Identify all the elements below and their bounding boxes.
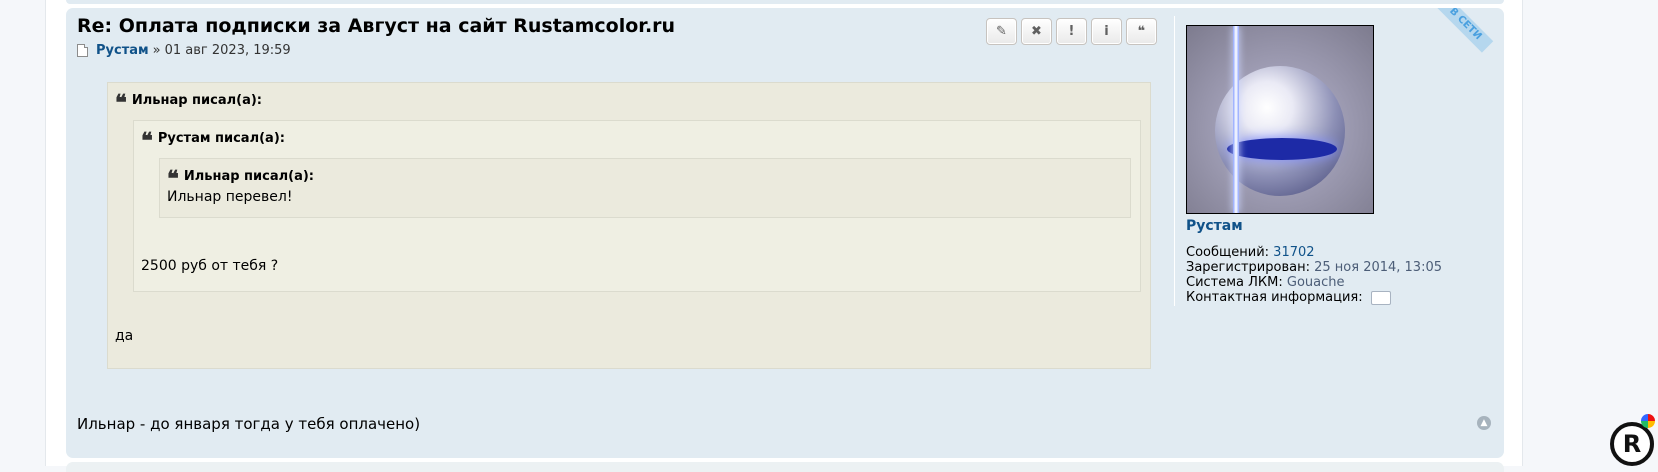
registered-label: Зарегистрирован:: [1186, 260, 1310, 275]
contact-chat-icon[interactable]: [1370, 290, 1391, 305]
post-link-icon[interactable]: [77, 44, 88, 57]
quote-mark-icon: ❝: [115, 90, 127, 116]
post-author-link[interactable]: Рустам: [96, 43, 149, 58]
logo-color-dot-icon: [1641, 414, 1655, 428]
edit-button[interactable]: ✎: [986, 18, 1017, 45]
forum-post: Re: Оплата подписки за Август на сайт Ru…: [66, 8, 1504, 458]
post-date: 01 авг 2023, 19:59: [164, 43, 291, 58]
quote-inner-text: Ильнар перевел!: [167, 189, 293, 205]
avatar[interactable]: [1186, 25, 1374, 214]
quote-inner: ❝ Ильнар писал(а): Ильнар перевел!: [159, 158, 1131, 218]
next-post-edge: [66, 462, 1504, 472]
online-ribbon-container: В СЕТИ: [1380, 8, 1504, 68]
profile-posts-row: Сообщений: 31702: [1186, 245, 1442, 260]
quote-outer-cite: ❝ Ильнар писал(а):: [115, 90, 262, 116]
meta-separator: »: [152, 43, 161, 58]
profile-details: Сообщений: 31702 Зарегистрирован: 25 ноя…: [1186, 245, 1442, 305]
avatar-saber: [1233, 26, 1239, 213]
profile-registered-row: Зарегистрирован: 25 ноя 2014, 13:05: [1186, 260, 1442, 275]
quote-middle: ❝ Рустам писал(а): ❝ Ильнар писал(а): Ил…: [133, 120, 1141, 292]
pencil-icon: ✎: [996, 24, 1007, 39]
report-button[interactable]: !: [1056, 18, 1087, 45]
profile-contact-row: Контактная информация:: [1186, 290, 1442, 305]
quote-icon: ❝: [1137, 24, 1146, 39]
online-badge: В СЕТИ: [1436, 8, 1494, 53]
avatar-visor: [1227, 138, 1337, 160]
delete-button[interactable]: ✖: [1021, 18, 1052, 45]
info-button[interactable]: i: [1091, 18, 1122, 45]
quote-button[interactable]: ❝: [1126, 18, 1157, 45]
quote-middle-text: 2500 руб от тебя ?: [141, 258, 279, 274]
quote-mark-icon: ❝: [141, 128, 153, 154]
quote-middle-cite: ❝ Рустам писал(а):: [141, 128, 285, 154]
quote-mark-icon: ❝: [167, 166, 179, 192]
back-to-top-icon[interactable]: ▲: [1477, 416, 1491, 430]
posts-label: Сообщений:: [1186, 245, 1270, 260]
contact-label: Контактная информация:: [1186, 290, 1363, 305]
posts-count-link[interactable]: 31702: [1273, 245, 1314, 260]
post-meta: Рустам » 01 авг 2023, 19:59: [77, 43, 291, 58]
previous-post-edge: [66, 0, 1504, 4]
close-icon: ✖: [1031, 24, 1042, 39]
quote-outer: ❝ Ильнар писал(а): ❝ Рустам писал(а): ❝ …: [107, 82, 1151, 369]
exclamation-icon: !: [1068, 24, 1075, 39]
post-title[interactable]: Re: Оплата подписки за Август на сайт Ru…: [77, 15, 675, 37]
post-buttons: ✎ ✖ ! i ❝: [986, 18, 1157, 45]
profile-username[interactable]: Рустам: [1186, 218, 1243, 234]
system-label: Система ЛКМ:: [1186, 275, 1283, 290]
profile-system-row: Система ЛКМ: Gouache: [1186, 275, 1442, 290]
info-icon: i: [1104, 24, 1109, 39]
quote-inner-cite: ❝ Ильнар писал(а):: [167, 166, 314, 192]
quote-outer-author: Ильнар писал(а):: [131, 93, 262, 108]
system-value: Gouache: [1286, 275, 1345, 290]
quote-middle-author: Рустам писал(а):: [157, 131, 285, 146]
registered-value: 25 ноя 2014, 13:05: [1314, 260, 1443, 275]
post-body-text: Ильнар - до января тогда у тебя оплачено…: [77, 415, 421, 433]
quote-inner-author: Ильнар писал(а):: [183, 169, 314, 184]
site-logo-badge[interactable]: R: [1610, 422, 1654, 466]
quote-outer-text: да: [115, 328, 134, 344]
